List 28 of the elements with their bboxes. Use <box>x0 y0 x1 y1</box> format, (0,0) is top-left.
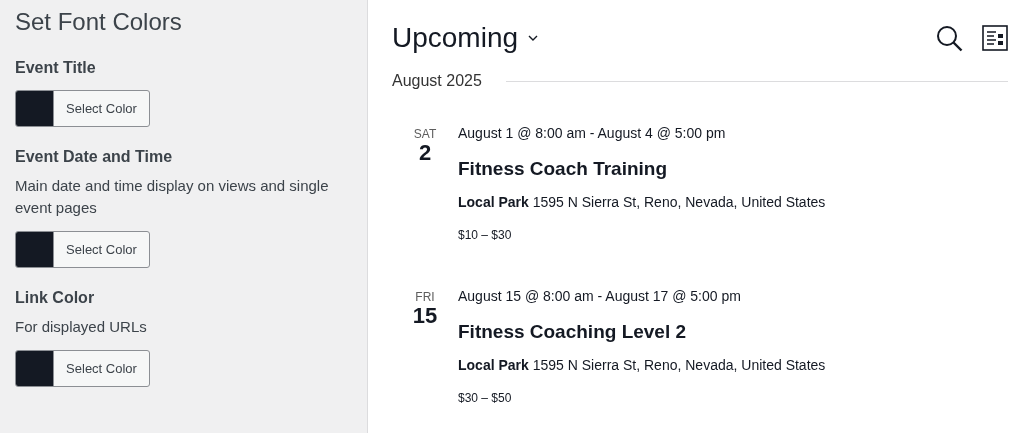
event-price: $10 – $30 <box>458 227 513 243</box>
chevron-icon <box>528 34 539 42</box>
event-price: $30 – $50 <box>458 390 513 406</box>
field-label: Event Title <box>15 58 97 78</box>
color-picker-button[interactable]: Select Color <box>15 90 150 127</box>
event-title-link[interactable]: Fitness Coach Training <box>458 157 826 181</box>
color-picker-button[interactable]: Select Color <box>15 350 150 387</box>
event-datetime: August 1 @ 8:00 am - August 4 @ 5:00 pm <box>458 124 727 142</box>
event-title-link[interactable]: Fitness Coaching Level 2 <box>458 320 826 344</box>
panel-title: Set Font Colors <box>15 7 183 37</box>
venue-address: 1595 N Sierra St, Reno, Nevada, United States <box>532 357 826 373</box>
field-description: For displayed URLs <box>15 317 148 337</box>
venue-name: Local Park <box>458 357 529 373</box>
field-label: Event Date and Time <box>15 147 174 167</box>
field-label: Link Color <box>15 288 96 308</box>
view-dropdown[interactable]: Upcoming <box>392 22 539 54</box>
day-number: 2 <box>417 141 433 165</box>
list-view-icon[interactable] <box>982 25 1008 51</box>
weekday: FRI <box>414 290 436 304</box>
venue-name: Local Park <box>458 194 529 210</box>
month-heading: August 2025 <box>392 72 482 90</box>
venue-address: 1595 N Sierra St, Reno, Nevada, United States <box>532 194 826 210</box>
search-icon[interactable] <box>936 24 963 52</box>
field-description: Main date and time display on views and single event pages <box>15 176 330 218</box>
color-picker-button[interactable]: Select Color <box>15 231 150 268</box>
day-number: 15 <box>411 304 439 328</box>
event-datetime: August 15 @ 8:00 am - August 17 @ 5:00 pm <box>458 287 742 305</box>
weekday: SAT <box>412 127 438 141</box>
